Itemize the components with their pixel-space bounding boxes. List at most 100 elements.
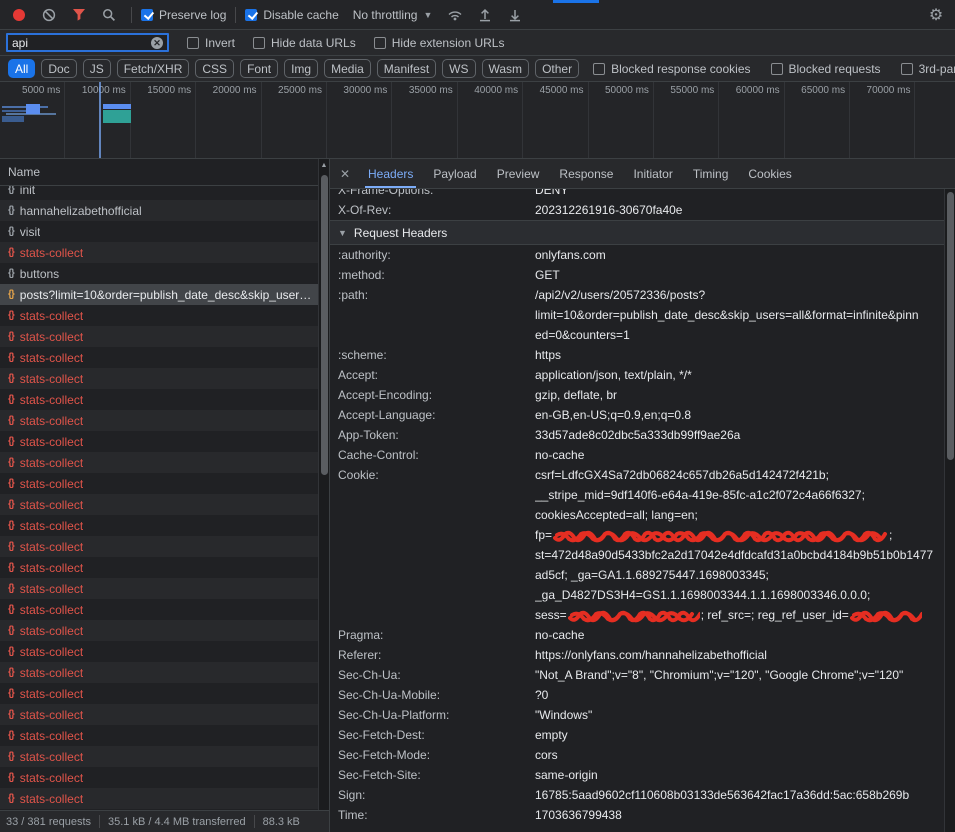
- request-headers-section-header[interactable]: ▼ Request Headers: [330, 220, 944, 245]
- disable-cache-checkbox[interactable]: Disable cache: [245, 8, 338, 22]
- record-button[interactable]: [6, 3, 32, 27]
- request-row[interactable]: {}stats-collect: [0, 788, 329, 809]
- request-row[interactable]: {}stats-collect: [0, 578, 329, 599]
- timeline-tick: 45000 ms: [523, 82, 588, 158]
- request-row[interactable]: {}stats-collect: [0, 641, 329, 662]
- request-name: hannahelizabethofficial: [20, 204, 142, 218]
- request-row[interactable]: {}stats-collect: [0, 431, 329, 452]
- request-row[interactable]: {}init: [0, 186, 329, 200]
- preserve-log-checkbox[interactable]: Preserve log: [141, 8, 226, 22]
- type-filter-all[interactable]: All: [8, 59, 35, 78]
- settings-gear-icon[interactable]: ⚙: [923, 3, 949, 27]
- type-filter-font[interactable]: Font: [240, 59, 278, 78]
- clear-button[interactable]: [36, 3, 62, 27]
- request-row[interactable]: {}stats-collect: [0, 725, 329, 746]
- request-row[interactable]: {}stats-collect: [0, 620, 329, 641]
- checkbox-blocked-requests[interactable]: Blocked requests: [771, 62, 881, 76]
- import-har-icon: [478, 8, 492, 22]
- name-column-label: Name: [8, 165, 40, 179]
- close-icon[interactable]: ✕: [332, 167, 358, 181]
- filter-toggle-button[interactable]: [66, 3, 92, 27]
- throttling-dropdown[interactable]: No throttling ▼: [347, 6, 439, 24]
- tab-payload[interactable]: Payload: [423, 159, 486, 188]
- tab-response[interactable]: Response: [549, 159, 623, 188]
- request-row[interactable]: {}stats-collect: [0, 515, 329, 536]
- request-row[interactable]: {}buttons: [0, 263, 329, 284]
- request-row[interactable]: {}stats-collect: [0, 704, 329, 725]
- type-filter-css[interactable]: CSS: [195, 59, 234, 78]
- request-name: visit: [20, 225, 41, 239]
- scrollbar-thumb[interactable]: [321, 175, 328, 475]
- request-row[interactable]: {}stats-collect: [0, 683, 329, 704]
- hide-data-urls-checkbox[interactable]: Hide data URLs: [253, 36, 356, 50]
- request-row[interactable]: {}stats-collect: [0, 536, 329, 557]
- tab-cookies[interactable]: Cookies: [738, 159, 801, 188]
- type-filter-media[interactable]: Media: [324, 59, 371, 78]
- script-braces-icon: {}: [8, 436, 14, 447]
- script-braces-icon: {}: [8, 331, 14, 342]
- type-filter-ws[interactable]: WS: [442, 59, 475, 78]
- name-column-header[interactable]: Name: [0, 159, 329, 186]
- scroll-up-arrow-icon[interactable]: ▲: [319, 159, 329, 173]
- checkbox-blocked-response-cookies[interactable]: Blocked response cookies: [593, 62, 750, 76]
- type-filter-wasm[interactable]: Wasm: [482, 59, 530, 78]
- header-name: Cache-Control:: [338, 445, 535, 465]
- type-filter-manifest[interactable]: Manifest: [377, 59, 436, 78]
- request-row[interactable]: {}stats-collect: [0, 368, 329, 389]
- request-row[interactable]: {}stats-collect: [0, 389, 329, 410]
- header-row: Sign:16785:5aad9602cf110608b03133de56364…: [330, 785, 944, 805]
- script-braces-icon: {}: [8, 793, 14, 804]
- request-row[interactable]: {}stats-collect: [0, 410, 329, 431]
- request-row[interactable]: {}stats-collect: [0, 746, 329, 767]
- header-name: Cookie:: [338, 465, 535, 625]
- scrollbar-thumb[interactable]: [947, 192, 954, 460]
- script-braces-icon: {}: [8, 709, 14, 720]
- request-headers-list: :authority:onlyfans.com:method:GET:path:…: [330, 245, 944, 825]
- tab-timing[interactable]: Timing: [683, 159, 739, 188]
- request-row[interactable]: {}stats-collect: [0, 347, 329, 368]
- tab-preview[interactable]: Preview: [487, 159, 550, 188]
- request-name: stats-collect: [20, 330, 83, 344]
- waterfall-bar: [103, 104, 131, 109]
- timeline-overview[interactable]: 5000 ms10000 ms15000 ms20000 ms25000 ms3…: [0, 82, 955, 159]
- header-row: X-Of-Rev:202312261916-30670fa40e: [330, 200, 944, 220]
- status-divider: [99, 815, 100, 828]
- type-filter-other[interactable]: Other: [535, 59, 579, 78]
- checkbox-unchecked-icon: [253, 37, 265, 49]
- header-row: :method:GET: [330, 265, 944, 285]
- request-row[interactable]: {}stats-collect: [0, 473, 329, 494]
- request-row[interactable]: {}posts?limit=10&order=publish_date_desc…: [0, 284, 329, 305]
- header-value: 33d57ade8c02dbc5a333db99ff9ae26a: [535, 425, 944, 445]
- request-row[interactable]: {}stats-collect: [0, 452, 329, 473]
- request-row[interactable]: {}stats-collect: [0, 662, 329, 683]
- checkbox-3rd-party-requests[interactable]: 3rd-party requests: [901, 62, 955, 76]
- filter-input[interactable]: [12, 36, 147, 50]
- request-row[interactable]: {}stats-collect: [0, 557, 329, 578]
- request-row[interactable]: {}stats-collect: [0, 599, 329, 620]
- requests-scrollbar[interactable]: ▲: [318, 159, 329, 810]
- toolbar-divider: [131, 7, 132, 23]
- tab-initiator[interactable]: Initiator: [623, 159, 682, 188]
- invert-checkbox[interactable]: Invert: [187, 36, 235, 50]
- clear-filter-icon[interactable]: ✕: [151, 37, 163, 49]
- request-row[interactable]: {}stats-collect: [0, 242, 329, 263]
- export-har-button[interactable]: [502, 3, 528, 27]
- tab-headers[interactable]: Headers: [358, 159, 423, 188]
- hide-extension-urls-checkbox[interactable]: Hide extension URLs: [374, 36, 505, 50]
- type-filter-fetch-xhr[interactable]: Fetch/XHR: [117, 59, 190, 78]
- search-button[interactable]: [96, 3, 122, 27]
- import-har-button[interactable]: [472, 3, 498, 27]
- header-value: cors: [535, 745, 944, 765]
- request-row[interactable]: {}visit: [0, 221, 329, 242]
- header-row: :path:/api2/v2/users/20572336/posts?limi…: [330, 285, 944, 345]
- details-scrollbar[interactable]: [944, 189, 955, 832]
- type-filter-js[interactable]: JS: [83, 59, 111, 78]
- request-row[interactable]: {}stats-collect: [0, 305, 329, 326]
- request-row[interactable]: {}stats-collect: [0, 767, 329, 788]
- request-row[interactable]: {}hannahelizabethofficial: [0, 200, 329, 221]
- request-row[interactable]: {}stats-collect: [0, 494, 329, 515]
- type-filter-img[interactable]: Img: [284, 59, 318, 78]
- type-filter-doc[interactable]: Doc: [41, 59, 76, 78]
- network-conditions-button[interactable]: [442, 3, 468, 27]
- request-row[interactable]: {} stats-collect: [0, 326, 329, 347]
